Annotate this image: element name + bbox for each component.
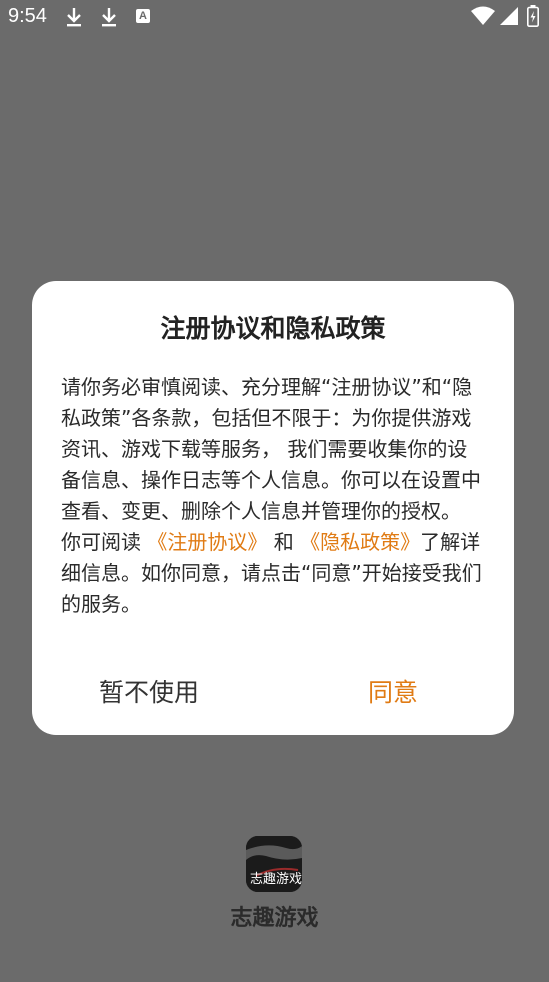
status-bar: 9:54 A (0, 0, 549, 34)
signal-icon (499, 6, 519, 30)
download-icon (99, 6, 119, 32)
download-icon (64, 6, 84, 32)
svg-text:志趣游戏: 志趣游戏 (250, 872, 302, 887)
dialog-body: 请你务必审慎阅读、充分理解“注册协议”和“隐私政策”各条款，包括但不限于：为你提… (61, 372, 485, 620)
wifi-icon (470, 6, 496, 30)
agree-button[interactable]: 同意 (368, 673, 418, 709)
agreement-dialog: 注册协议和隐私政策 请你务必审慎阅读、充分理解“注册协议”和“隐私政策”各条款，… (32, 281, 514, 735)
battery-icon (527, 5, 539, 31)
decline-button[interactable]: 暂不使用 (99, 673, 199, 709)
body-text-part1: 请你务必审慎阅读、充分理解“注册协议”和“隐私政策”各条款，包括但不限于：为你提… (61, 375, 481, 554)
privacy-policy-link[interactable]: 《隐私政策》 (300, 530, 420, 554)
status-time: 9:54 (8, 5, 47, 27)
agreement-link[interactable]: 《注册协议》 (147, 530, 267, 554)
a-icon: A (136, 9, 150, 23)
body-text-and: 和 (267, 530, 301, 554)
app-logo: 志趣游戏 (246, 836, 302, 892)
app-name: 志趣游戏 (230, 906, 319, 931)
dialog-title: 注册协议和隐私政策 (160, 314, 386, 343)
